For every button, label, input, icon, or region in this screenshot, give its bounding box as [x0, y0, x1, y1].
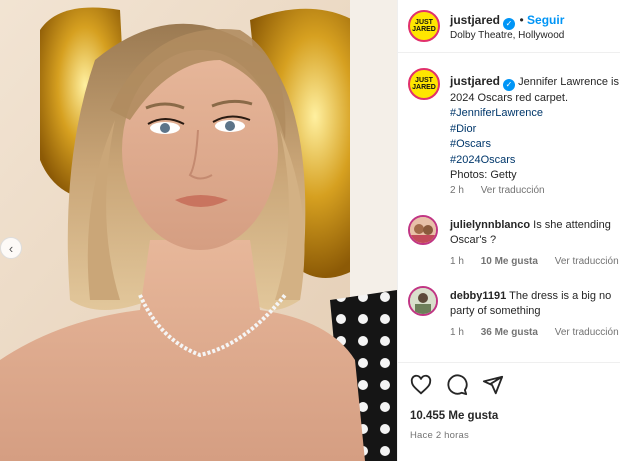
separator-dot: • [519, 13, 528, 27]
translate-link[interactable]: Ver traducción [555, 327, 619, 338]
location-link[interactable]: Dolby Theatre, Hollywood [450, 30, 564, 41]
photo-illustration [0, 0, 397, 461]
post-side-panel: JUST JARED justjared ✓ • Seguir Dolby The… [397, 0, 620, 461]
instagram-post-view: ‹ JUST JARED justjared ✓ • Seguir Dolby T… [0, 0, 620, 461]
hashtag-link[interactable]: #JenniferLawrence [450, 106, 620, 121]
avatar-logo-text-top: JUST [415, 19, 433, 26]
comment-likes[interactable]: 10 Me gusta [481, 256, 538, 267]
post-header: JUST JARED justjared ✓ • Seguir Dolby The… [398, 0, 620, 53]
caption-credit: Photos: Getty [450, 169, 517, 182]
comment-item: debby1191 The dress is a big no party of… [450, 289, 611, 320]
translate-link[interactable]: Ver traducción [481, 185, 545, 196]
caption-author-avatar[interactable]: JUST JARED [408, 68, 440, 100]
heart-icon[interactable] [410, 374, 432, 396]
section-divider [398, 362, 620, 363]
commenter-avatar[interactable] [408, 215, 438, 245]
verified-badge-icon: ✓ [503, 79, 516, 91]
commenter-avatar[interactable] [408, 286, 438, 316]
avatar-logo-text-bottom: JARED [412, 84, 436, 91]
chevron-left-icon: ‹ [8, 240, 14, 256]
post-caption: justjared ✓ Jennifer Lawrence is 2024 Osc… [450, 74, 620, 183]
caption-line-2: 2024 Oscars red carpet. [450, 92, 569, 104]
comment-likes[interactable]: 36 Me gusta [481, 327, 538, 338]
caption-line-1: justjared ✓ Jennifer Lawrence is [450, 74, 620, 91]
caption-text: Jennifer Lawrence is [518, 76, 619, 88]
comment-text-cont: party of something [450, 305, 541, 318]
likes-count[interactable]: 10.455 Me gusta [410, 410, 498, 422]
commenter-avatar-image [410, 288, 436, 314]
comment-username[interactable]: debby1191 [450, 290, 506, 302]
comment-text: Is she attending [533, 219, 611, 231]
post-actions [410, 374, 504, 396]
comment-age: 1 h [450, 327, 464, 338]
translate-link[interactable]: Ver traducción [555, 256, 619, 267]
post-photo[interactable]: ‹ [0, 0, 397, 461]
avatar-logo-text-bottom: JARED [412, 26, 436, 33]
share-icon[interactable] [482, 374, 504, 396]
follow-button[interactable]: Seguir [527, 13, 564, 27]
author-avatar[interactable]: JUST JARED [408, 10, 440, 42]
comment-age: 1 h [450, 256, 464, 267]
commenter-avatar-image [410, 217, 436, 243]
header-line: justjared ✓ • Seguir [450, 11, 564, 30]
caption-username[interactable]: justjared [450, 74, 500, 88]
caption-age: 2 h [450, 185, 464, 196]
verified-badge-icon: ✓ [503, 18, 516, 30]
hashtag-link[interactable]: #Dior [450, 122, 620, 137]
comment-meta: 1 h 10 Me gusta Ver traducción [450, 256, 620, 267]
hashtag-link[interactable]: #2024Oscars [450, 153, 620, 168]
avatar-logo-text-top: JUST [415, 77, 433, 84]
comment-meta: 1 h 36 Me gusta Ver traducción [450, 327, 620, 338]
post-timestamp: Hace 2 horas [410, 430, 469, 441]
author-username[interactable]: justjared [450, 13, 500, 27]
comment-item: julielynnblanco Is she attending Oscar's… [450, 218, 611, 249]
caption-meta: 2 h Ver traducción [450, 185, 559, 196]
hashtag-link[interactable]: #Oscars [450, 137, 620, 152]
comment-text: The dress is a big no [509, 290, 612, 302]
carousel-prev-button[interactable]: ‹ [0, 237, 22, 259]
comment-icon[interactable] [446, 374, 468, 396]
comment-text-cont: Oscar's ? [450, 234, 497, 247]
comment-username[interactable]: julielynnblanco [450, 219, 530, 231]
